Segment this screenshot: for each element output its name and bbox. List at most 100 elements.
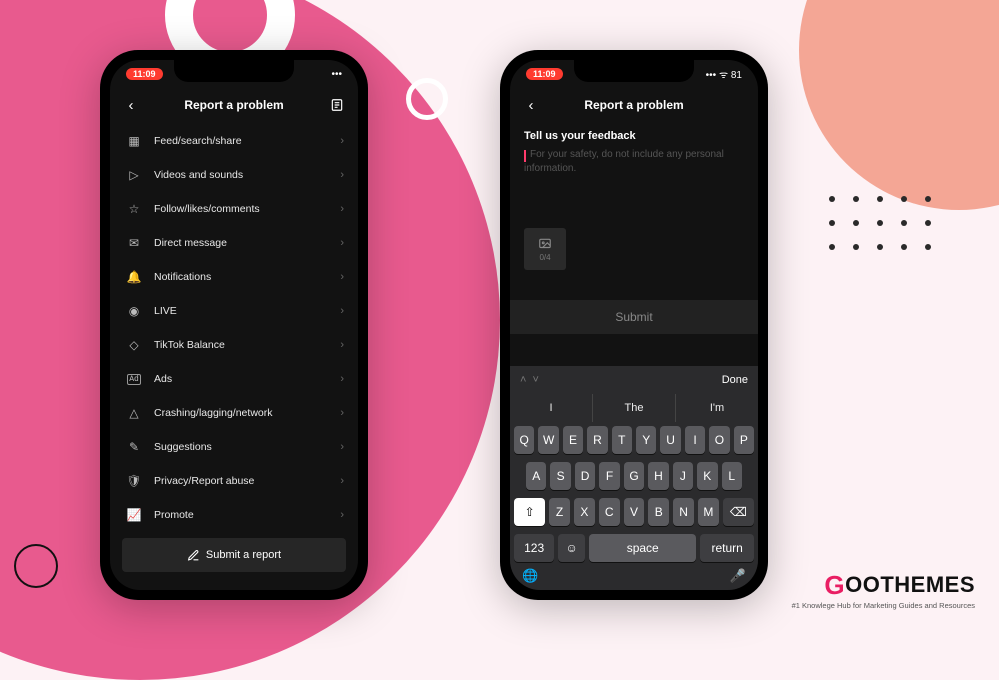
ios-keyboard: ˄ ˅ Done I The I'm Q W E R T Y U I O P <box>510 366 758 590</box>
key-g[interactable]: G <box>624 462 644 490</box>
key-j[interactable]: J <box>673 462 693 490</box>
key-b[interactable]: B <box>648 498 669 526</box>
phone-notch <box>574 60 694 82</box>
list-item-label: Notifications <box>154 271 211 283</box>
ads-icon: Ad <box>124 374 144 385</box>
list-item-label: Follow/likes/comments <box>154 203 260 215</box>
chevron-right-icon: › <box>340 169 344 181</box>
background-small-ring <box>406 78 448 120</box>
key-h[interactable]: H <box>648 462 668 490</box>
key-u[interactable]: U <box>660 426 680 454</box>
status-time: 11:09 <box>126 68 163 80</box>
key-emoji[interactable]: ☺ <box>558 534 585 562</box>
key-shift[interactable]: ⇧ <box>514 498 545 526</box>
key-space[interactable]: space <box>589 534 696 562</box>
suggestion-key[interactable]: I <box>510 394 592 422</box>
key-x[interactable]: X <box>574 498 595 526</box>
list-item[interactable]: 📈Promote› <box>124 498 344 532</box>
key-t[interactable]: T <box>612 426 632 454</box>
key-f[interactable]: F <box>599 462 619 490</box>
key-e[interactable]: E <box>563 426 583 454</box>
chevron-right-icon: › <box>340 407 344 419</box>
key-o[interactable]: O <box>709 426 729 454</box>
suggestion-key[interactable]: I'm <box>675 394 758 422</box>
list-item-label: Ads <box>154 373 172 385</box>
status-indicators: ••• <box>331 69 342 80</box>
bell-icon: 🔔 <box>124 270 144 284</box>
key-backspace[interactable]: ⌫ <box>723 498 754 526</box>
live-icon: ◉ <box>124 304 144 318</box>
key-numbers[interactable]: 123 <box>514 534 554 562</box>
list-item[interactable]: 🔔Notifications› <box>124 260 344 294</box>
message-icon: ✉ <box>124 236 144 250</box>
warn-icon: △ <box>124 406 144 420</box>
key-l[interactable]: L <box>722 462 742 490</box>
list-item[interactable]: △ Crashing/lagging/network › <box>124 396 344 430</box>
attach-image-button[interactable]: 0/4 <box>524 228 566 270</box>
list-item[interactable]: ◇TikTok Balance› <box>124 328 344 362</box>
notes-icon[interactable] <box>328 96 346 114</box>
attach-count: 0/4 <box>539 253 550 262</box>
list-item-label: TikTok Balance <box>154 339 225 351</box>
chevron-right-icon: › <box>340 373 344 385</box>
feedback-heading: Tell us your feedback <box>510 122 758 148</box>
list-item[interactable]: Ad Ads › <box>124 362 344 396</box>
key-z[interactable]: Z <box>549 498 570 526</box>
submit-report-button[interactable]: Submit a report <box>122 538 346 572</box>
list-item[interactable]: ✉ Direct message › <box>124 226 344 260</box>
balance-icon: ◇ <box>124 338 144 352</box>
page-title: Report a problem <box>110 98 358 112</box>
list-item[interactable]: ☆Follow/likes/comments› <box>124 192 344 226</box>
back-button[interactable]: ‹ <box>522 96 540 114</box>
list-item[interactable]: 🛡Privacy/Report abuse› <box>124 464 344 498</box>
key-k[interactable]: K <box>697 462 717 490</box>
key-return[interactable]: return <box>700 534 754 562</box>
phone-notch <box>174 60 294 82</box>
brand-tagline: #1 Knowlege Hub for Marketing Guides and… <box>792 601 975 610</box>
background-circle-accent <box>799 0 999 210</box>
chevron-right-icon: › <box>340 203 344 215</box>
key-n[interactable]: N <box>673 498 694 526</box>
key-m[interactable]: M <box>698 498 719 526</box>
list-item[interactable]: ▷Videos and sounds› <box>124 158 344 192</box>
key-c[interactable]: C <box>599 498 620 526</box>
suggestion-key[interactable]: The <box>592 394 675 422</box>
video-icon: ▷ <box>124 168 144 182</box>
key-v[interactable]: V <box>624 498 645 526</box>
key-y[interactable]: Y <box>636 426 656 454</box>
key-d[interactable]: D <box>575 462 595 490</box>
submit-button[interactable]: Submit <box>510 300 758 334</box>
back-button[interactable]: ‹ <box>122 96 140 114</box>
background-outline-ring <box>14 544 58 588</box>
mic-icon[interactable]: 🎤 <box>730 568 746 584</box>
key-q[interactable]: Q <box>514 426 534 454</box>
edit-icon <box>187 549 200 562</box>
list-item-label: Direct message <box>154 237 227 249</box>
chevron-right-icon: › <box>340 237 344 249</box>
key-p[interactable]: P <box>734 426 754 454</box>
phone-mockup-list: 11:09 ••• ‹ Report a problem ▦Feed/searc… <box>100 50 368 600</box>
key-a[interactable]: A <box>526 462 546 490</box>
list-item-label: Crashing/lagging/network <box>154 407 272 419</box>
suggest-icon: ✎ <box>124 440 144 454</box>
background-dot-grid <box>829 196 949 268</box>
globe-icon[interactable]: 🌐 <box>522 568 538 584</box>
keyboard-nav-arrows[interactable]: ˄ ˅ <box>520 374 539 386</box>
chevron-right-icon: › <box>340 441 344 453</box>
submit-report-label: Submit a report <box>206 549 281 561</box>
key-s[interactable]: S <box>550 462 570 490</box>
nav-bar: ‹ Report a problem <box>110 88 358 122</box>
list-item[interactable]: ✎Suggestions› <box>124 430 344 464</box>
keyboard-suggestions: I The I'm <box>510 394 758 422</box>
list-item[interactable]: ◉LIVE› <box>124 294 344 328</box>
list-item-label: Promote <box>154 509 194 521</box>
list-item[interactable]: ▦Feed/search/share› <box>124 124 344 158</box>
list-item-label: Privacy/Report abuse <box>154 475 254 487</box>
key-w[interactable]: W <box>538 426 558 454</box>
feedback-textarea[interactable]: For your safety, do not include any pers… <box>524 148 744 218</box>
key-r[interactable]: R <box>587 426 607 454</box>
keyboard-done-button[interactable]: Done <box>722 374 748 386</box>
chevron-right-icon: › <box>340 135 344 147</box>
list-item-label: LIVE <box>154 305 177 317</box>
key-i[interactable]: I <box>685 426 705 454</box>
